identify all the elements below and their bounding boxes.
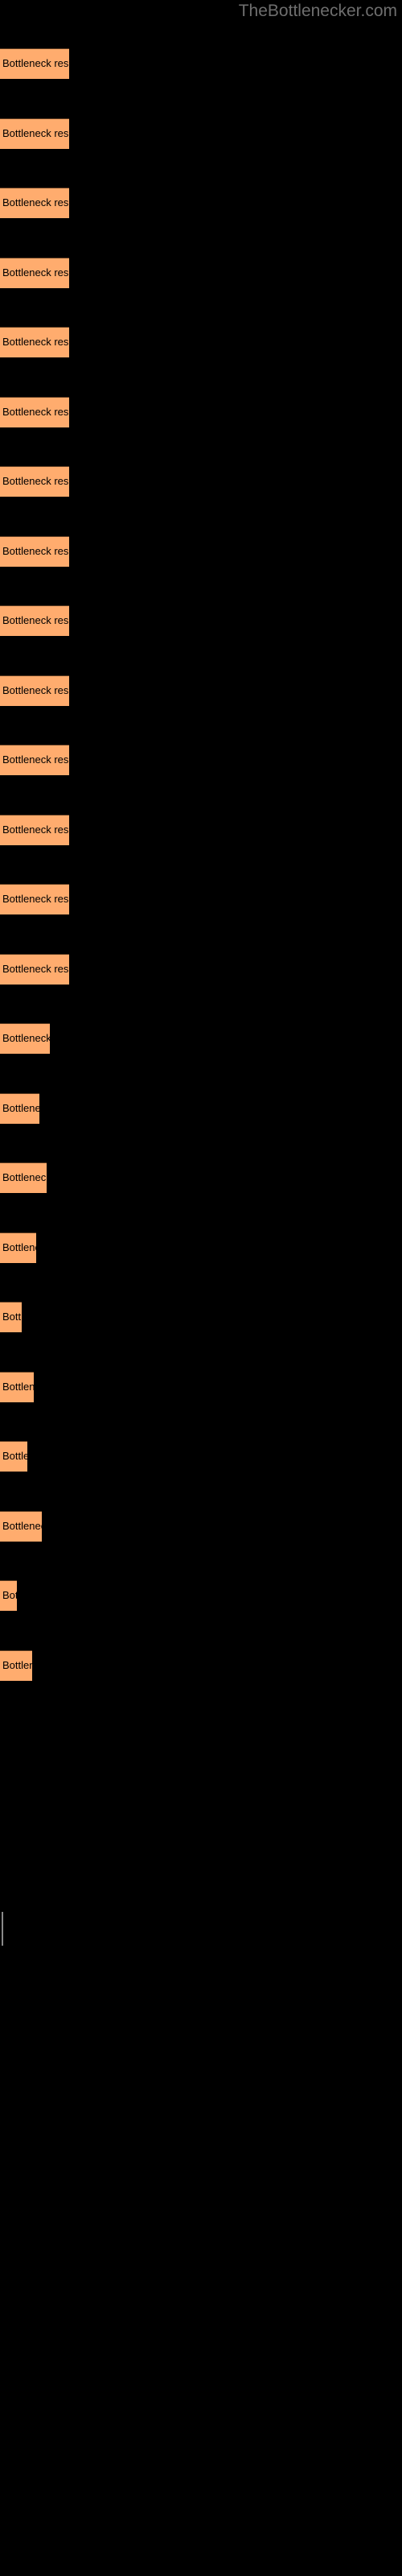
bar-15[interactable]: Bottleneck result xyxy=(0,1023,50,1054)
bar-row[interactable]: Bottleneck result xyxy=(0,745,69,775)
bar-label: Bottleneck result xyxy=(2,1171,47,1183)
bar-label: Bottleneck result xyxy=(2,1450,27,1462)
bar-row[interactable]: Bottleneck result xyxy=(0,1302,22,1332)
bar-label: Bottleneck result xyxy=(2,1032,50,1044)
bar-label: Bottleneck result xyxy=(2,57,69,69)
bar-label: Bottleneck result xyxy=(2,684,69,696)
bar-12[interactable]: Bottleneck result xyxy=(0,815,69,845)
bar-23[interactable]: Bottleneck result xyxy=(0,1580,17,1611)
bar-10[interactable]: Bottleneck result xyxy=(0,675,69,706)
bar-label: Bottleneck result xyxy=(2,545,69,557)
bar-5[interactable]: Bottleneck result xyxy=(0,327,69,357)
bar-6[interactable]: Bottleneck result xyxy=(0,397,69,427)
bar-row[interactable]: Bottleneck result xyxy=(0,954,69,985)
bar-17[interactable]: Bottleneck result xyxy=(0,1162,47,1193)
bar-label: Bottleneck result xyxy=(2,1241,36,1253)
bar-1[interactable]: Bottleneck result xyxy=(0,48,69,79)
bar-label: Bottleneck result xyxy=(2,1520,42,1532)
bar-label: Bottleneck result xyxy=(2,1589,17,1601)
bar-row[interactable]: Bottleneck result xyxy=(0,1511,42,1542)
bar-7[interactable]: Bottleneck result xyxy=(0,466,69,497)
bar-row[interactable]: Bottleneck result xyxy=(0,397,69,427)
bar-11[interactable]: Bottleneck result xyxy=(0,745,69,775)
bar-label: Bottleneck result xyxy=(2,336,69,348)
bar-19[interactable]: Bottleneck result xyxy=(0,1302,22,1332)
bar-label: Bottleneck result xyxy=(2,893,69,905)
bar-label: Bottleneck result xyxy=(2,127,69,139)
bar-row[interactable]: Bottleneck result xyxy=(0,1441,27,1472)
bar-row[interactable]: Bottleneck result xyxy=(0,1580,17,1611)
bar-label: Bottleneck result xyxy=(2,1311,22,1323)
bar-row[interactable]: Bottleneck result xyxy=(0,1093,39,1124)
bar-label: Bottleneck result xyxy=(2,824,69,836)
bar-14[interactable]: Bottleneck result xyxy=(0,954,69,985)
bar-row[interactable]: Bottleneck result xyxy=(0,1023,50,1054)
bar-row[interactable]: Bottleneck result xyxy=(0,1232,36,1263)
bar-row[interactable]: Bottleneck result xyxy=(0,118,69,149)
bar-row[interactable]: Bottleneck result xyxy=(0,327,69,357)
bar-13[interactable]: Bottleneck result xyxy=(0,884,69,914)
bar-row[interactable]: Bottleneck result xyxy=(0,1162,47,1193)
axis-tick-mark xyxy=(2,1912,3,1946)
bar-row[interactable]: Bottleneck result xyxy=(0,815,69,845)
bar-label: Bottleneck result xyxy=(2,753,69,766)
bar-row[interactable]: Bottleneck result xyxy=(0,884,69,914)
bar-21[interactable]: Bottleneck result xyxy=(0,1441,27,1472)
bar-row[interactable]: Bottleneck result xyxy=(0,1650,32,1681)
bar-24[interactable]: Bottleneck result xyxy=(0,1650,32,1681)
bar-label: Bottleneck result xyxy=(2,406,69,418)
bar-20[interactable]: Bottleneck result xyxy=(0,1372,34,1402)
bar-label: Bottleneck result xyxy=(2,1659,32,1671)
bar-row[interactable]: Bottleneck result xyxy=(0,536,69,567)
bar-8[interactable]: Bottleneck result xyxy=(0,536,69,567)
bar-label: Bottleneck result xyxy=(2,614,69,626)
bar-label: Bottleneck result xyxy=(2,1381,34,1393)
bar-row[interactable]: Bottleneck result xyxy=(0,605,69,636)
bar-4[interactable]: Bottleneck result xyxy=(0,258,69,288)
bar-label: Bottleneck result xyxy=(2,266,69,279)
bar-row[interactable]: Bottleneck result xyxy=(0,1372,34,1402)
bar-row[interactable]: Bottleneck result xyxy=(0,258,69,288)
bottleneck-bar-chart: Bottleneck result Bottleneck result Bottle… xyxy=(0,0,402,2576)
bar-label: Bottleneck result xyxy=(2,1102,39,1114)
bar-row[interactable]: Bottleneck result xyxy=(0,188,69,218)
bar-row[interactable]: Bottleneck result xyxy=(0,48,69,79)
bar-label: Bottleneck result xyxy=(2,963,69,975)
bar-label: Bottleneck result xyxy=(2,196,69,208)
bar-22[interactable]: Bottleneck result xyxy=(0,1511,42,1542)
bar-16[interactable]: Bottleneck result xyxy=(0,1093,39,1124)
bar-row[interactable]: Bottleneck result xyxy=(0,675,69,706)
bar-18[interactable]: Bottleneck result xyxy=(0,1232,36,1263)
bar-row[interactable]: Bottleneck result xyxy=(0,466,69,497)
bar-3[interactable]: Bottleneck result xyxy=(0,188,69,218)
bar-9[interactable]: Bottleneck result xyxy=(0,605,69,636)
bar-label: Bottleneck result xyxy=(2,475,69,487)
bar-2[interactable]: Bottleneck result xyxy=(0,118,69,149)
